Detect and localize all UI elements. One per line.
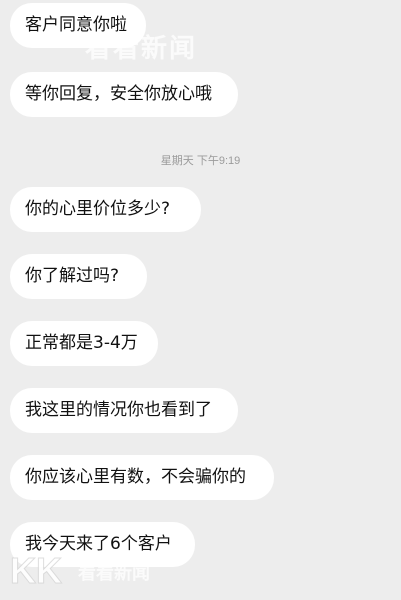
message-bubble-5: 正常都是3-4万 bbox=[10, 321, 158, 366]
message-bubble-1: 客户同意你啦 bbox=[10, 3, 146, 48]
message-bubble-3: 你的心里价位多少? bbox=[10, 187, 201, 232]
message-bubble-7: 你应该心里有数，不会骗你的 bbox=[10, 455, 274, 500]
timestamp: 星期天 下午9:19 bbox=[160, 155, 241, 167]
message-bubble-8: 我今天来了6个客户 bbox=[10, 522, 195, 567]
message-text: 等你回复，安全你放心哦 bbox=[25, 84, 212, 104]
message-text: 客户同意你啦 bbox=[25, 15, 127, 35]
message-bubble-2: 等你回复，安全你放心哦 bbox=[10, 72, 238, 117]
message-text: 我这里的情况你也看到了 bbox=[25, 400, 212, 420]
message-text: 你了解过吗? bbox=[25, 266, 120, 286]
message-text: 你的心里价位多少? bbox=[25, 199, 171, 219]
message-bubble-4: 你了解过吗? bbox=[10, 254, 147, 299]
message-text: 你应该心里有数，不会骗你的 bbox=[25, 467, 246, 487]
message-bubble-6: 我这里的情况你也看到了 bbox=[10, 388, 238, 433]
message-text: 我今天来了6个客户 bbox=[25, 534, 172, 554]
message-text: 正常都是3-4万 bbox=[25, 333, 138, 353]
